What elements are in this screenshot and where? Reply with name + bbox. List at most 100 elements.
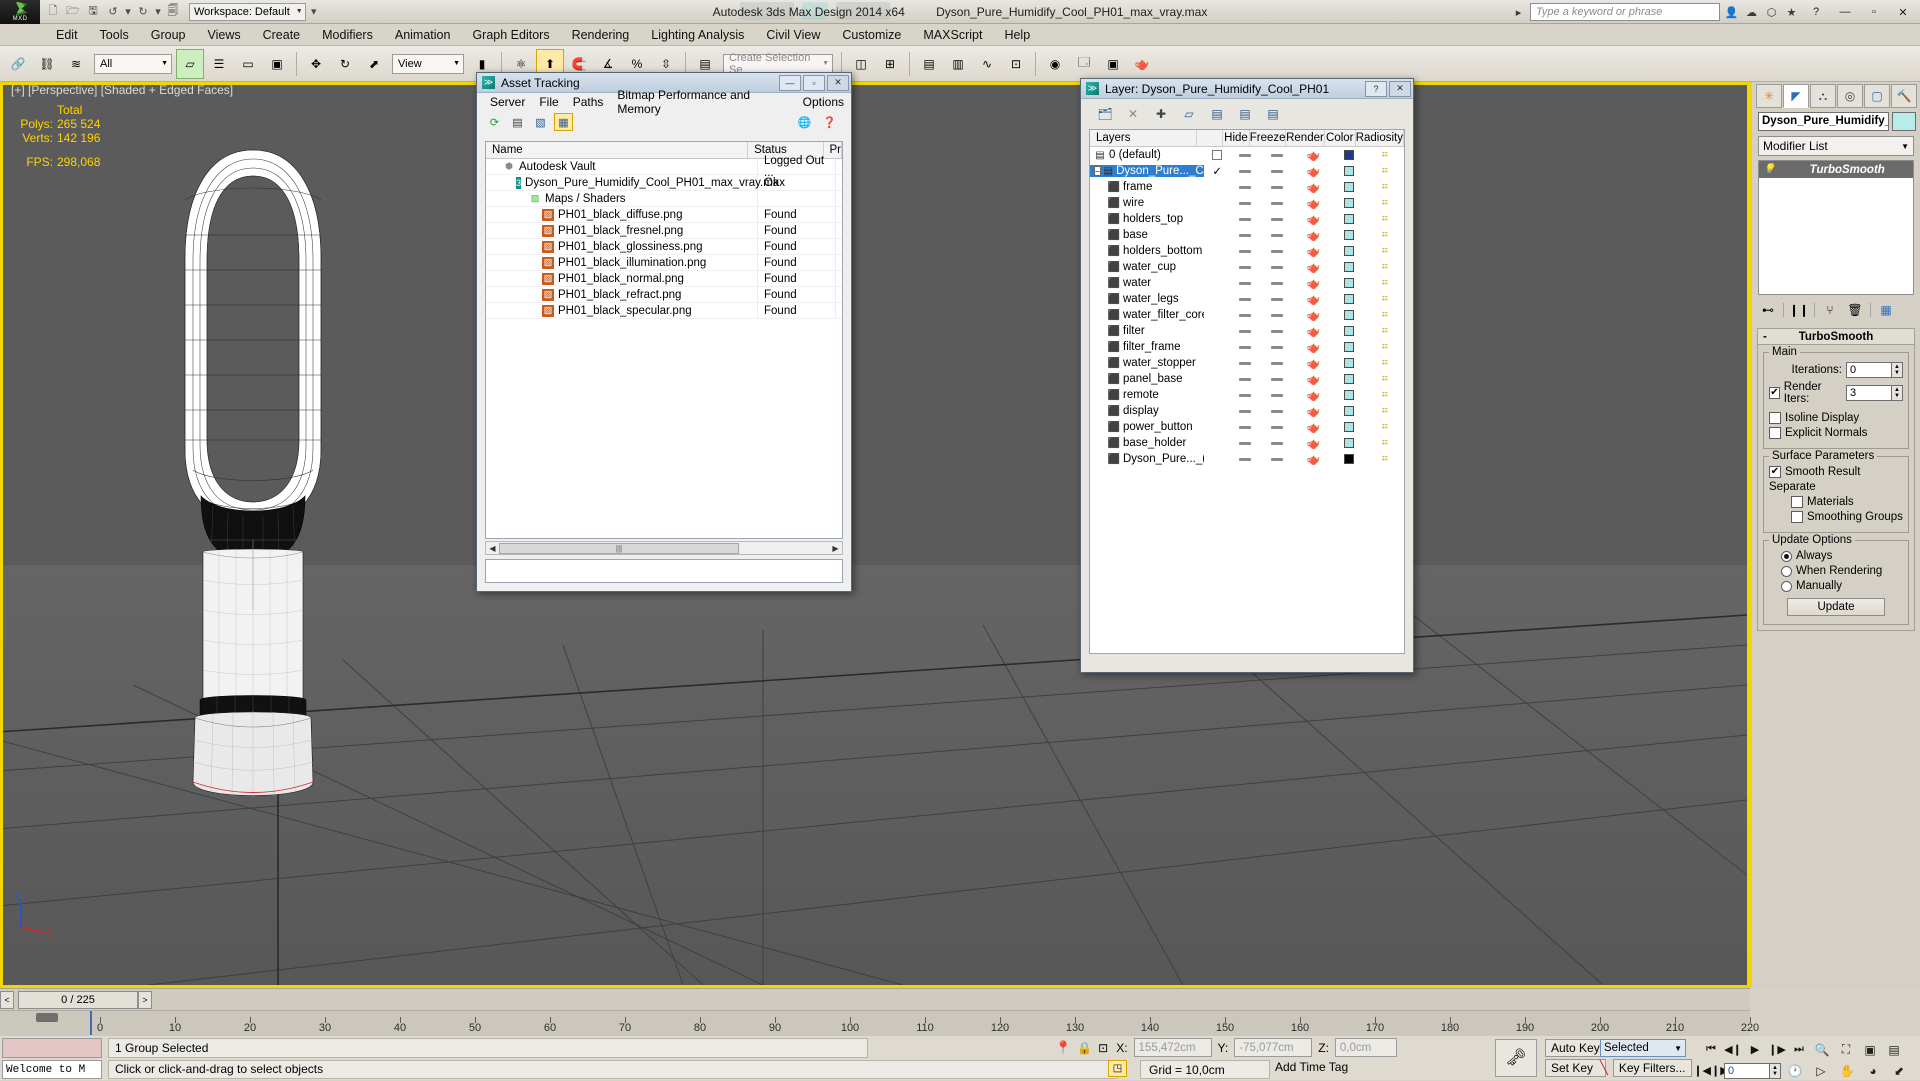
hide-toggle[interactable] (1231, 425, 1260, 429)
favorites-star-icon[interactable]: ★ (1783, 4, 1800, 21)
radiosity-toggle[interactable]: ⌗ (1366, 437, 1404, 450)
render-toggle[interactable]: 🫖 (1294, 437, 1332, 450)
spinner-arrows-icon[interactable]: ▲ ▼ (1770, 1062, 1781, 1079)
modifier-stack-item-turbosmooth[interactable]: 💡 TurboSmooth (1759, 161, 1913, 178)
maximize-button[interactable]: ▫ (1861, 2, 1887, 22)
smoothing-groups-checkbox[interactable] (1791, 511, 1803, 523)
render-iters-spinner[interactable]: ▲▼ (1846, 385, 1903, 401)
menu-item-create[interactable]: Create (252, 26, 312, 44)
minimize-button[interactable]: — (1832, 2, 1858, 22)
refresh-icon[interactable]: ⟳ (485, 113, 504, 131)
scroll-thumb[interactable]: ||| (499, 542, 739, 554)
hide-toggle[interactable] (1231, 409, 1260, 413)
radiosity-toggle[interactable]: ⌗ (1365, 165, 1404, 178)
asset-list[interactable]: Name Status Pr ⬢ Autodesk Vault Logged Out… (485, 141, 843, 539)
maximize-button[interactable]: ▫ (803, 74, 825, 91)
undo-icon[interactable]: ↺ (104, 3, 122, 21)
radiosity-toggle[interactable]: ⌗ (1366, 357, 1404, 370)
modify-tab[interactable]: ◤ (1783, 84, 1809, 108)
expand-collapse-icon[interactable]: − (1094, 166, 1101, 176)
rollout-header[interactable]: - TurboSmooth (1758, 329, 1914, 345)
globe-icon[interactable]: 🌐 (795, 113, 814, 131)
close-button[interactable]: ✕ (1890, 2, 1916, 22)
timeline-prev-button[interactable]: < (0, 990, 14, 1009)
color-swatch[interactable] (1333, 342, 1366, 352)
hide-toggle[interactable] (1231, 329, 1260, 333)
orbit-icon[interactable]: ◕ (1861, 1060, 1885, 1081)
color-swatch[interactable] (1333, 310, 1366, 320)
freeze-toggle[interactable] (1260, 169, 1295, 173)
motion-tab[interactable]: ◎ (1837, 84, 1863, 108)
asset-menu-options[interactable]: Options (796, 94, 851, 110)
layer-row[interactable]: ⬛ frame 🫖 ⌗ (1090, 179, 1404, 195)
layer-row[interactable]: ⬛ wire 🫖 ⌗ (1090, 195, 1404, 211)
layer-row[interactable]: ⬛ water_legs 🫖 ⌗ (1090, 291, 1404, 307)
set-project-folder-icon[interactable]: 🗐 (164, 3, 182, 21)
column-header-layers[interactable]: Layers (1090, 130, 1198, 146)
hide-toggle[interactable] (1231, 201, 1260, 205)
set-key-filter-icon[interactable]: ╲ (1600, 1060, 1608, 1076)
column-header-name[interactable]: Name (486, 142, 749, 158)
menu-item-tools[interactable]: Tools (89, 26, 140, 44)
layer-list[interactable]: Layers Hide Freeze Render Color Radiosit… (1089, 129, 1405, 654)
key-filters-button[interactable]: Key Filters... (1612, 1059, 1692, 1077)
color-swatch[interactable] (1333, 198, 1366, 208)
menu-item-graph-editors[interactable]: Graph Editors (461, 26, 560, 44)
field-of-view-icon[interactable]: ▤ (1882, 1039, 1906, 1060)
render-toggle[interactable]: 🫖 (1294, 213, 1332, 226)
asset-row[interactable]: ▨ PH01_black_illumination.png Found (486, 255, 842, 271)
radiosity-toggle[interactable]: ⌗ (1366, 325, 1404, 338)
object-color-swatch[interactable] (1892, 112, 1916, 131)
update-option-when-rendering[interactable]: When Rendering (1769, 565, 1903, 577)
key-mode-combo[interactable]: Selected ▼ (1600, 1039, 1686, 1057)
zoom-region-icon[interactable]: ▣ (1858, 1039, 1882, 1060)
layer-active-checkbox[interactable] (1204, 150, 1231, 160)
color-swatch[interactable] (1333, 214, 1366, 224)
color-swatch[interactable] (1333, 166, 1366, 176)
key-mode-toggle-icon[interactable]: 🗝 (1495, 1039, 1537, 1077)
select-and-scale-icon[interactable]: ⬈ (360, 49, 388, 79)
current-frame-input[interactable] (1724, 1062, 1770, 1079)
menu-item-maxscript[interactable]: MAXScript (912, 26, 993, 44)
hide-toggle[interactable] (1231, 233, 1260, 237)
render-toggle[interactable]: 🫖 (1294, 245, 1332, 258)
utilities-tab[interactable]: 🔨 (1891, 84, 1917, 108)
radiosity-toggle[interactable]: ⌗ (1366, 453, 1404, 466)
select-objects-in-layer-icon[interactable]: ▱ (1179, 105, 1199, 123)
iterations-input[interactable] (1846, 362, 1892, 378)
layer-row[interactable]: ⬛ power_button 🫖 ⌗ (1090, 419, 1404, 435)
hierarchy-tab[interactable]: ⛬ (1810, 84, 1836, 108)
when-rendering-radio[interactable] (1781, 565, 1792, 577)
select-highlighted-objects-icon[interactable]: ▤ (1207, 105, 1227, 123)
grid-view-icon[interactable]: ▦ (554, 113, 573, 131)
select-by-name-icon[interactable]: ☰ (205, 49, 233, 79)
freeze-toggle[interactable] (1260, 377, 1295, 381)
window-crossing-icon[interactable]: ▣ (263, 49, 291, 79)
always-radio[interactable] (1781, 550, 1792, 562)
layer-row[interactable]: ⬛ holders_top 🫖 ⌗ (1090, 211, 1404, 227)
layer-manager-icon[interactable]: ▤ (915, 49, 943, 79)
freeze-toggle[interactable] (1260, 153, 1295, 157)
radiosity-toggle[interactable]: ⌗ (1366, 293, 1404, 306)
render-toggle[interactable]: 🫖 (1294, 149, 1333, 162)
layer-row[interactable]: ⬛ water 🫖 ⌗ (1090, 275, 1404, 291)
close-button[interactable]: ✕ (827, 74, 849, 91)
column-header-radiosity[interactable]: Radiosity (1356, 130, 1404, 146)
menu-item-group[interactable]: Group (140, 26, 197, 44)
asset-menu-file[interactable]: File (532, 94, 565, 110)
create-new-layer-icon[interactable]: 🗂 (1095, 105, 1115, 123)
pin-stack-icon[interactable]: ⊷ (1758, 301, 1778, 319)
hide-unhide-all-layers-icon[interactable]: ▤ (1263, 105, 1283, 123)
layer-row[interactable]: ⬛ holders_bottom 🫖 ⌗ (1090, 243, 1404, 259)
color-swatch[interactable] (1333, 390, 1366, 400)
color-swatch[interactable] (1333, 278, 1366, 288)
app-logo[interactable]: MXD (0, 0, 40, 24)
freeze-toggle[interactable] (1260, 409, 1295, 413)
display-tab[interactable]: ▢ (1864, 84, 1890, 108)
radiosity-toggle[interactable]: ⌗ (1366, 213, 1404, 226)
spinner-arrows-icon[interactable]: ▲ ▼ (1892, 362, 1903, 378)
hide-toggle[interactable] (1231, 313, 1260, 317)
render-toggle[interactable]: 🫖 (1294, 261, 1332, 274)
layer-row[interactable]: ⬛ Dyson_Pure..._(🫖 ⌗ (1090, 451, 1404, 467)
column-header-render[interactable]: Render (1286, 130, 1325, 146)
